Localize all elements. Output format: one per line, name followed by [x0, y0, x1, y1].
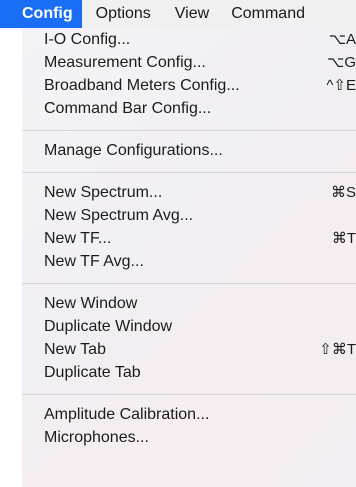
shortcut-label: ^⇧E	[326, 77, 356, 94]
menu-item-new-spectrum[interactable]: New Spectrum... ⌘S	[22, 181, 356, 204]
menu-item-io-config[interactable]: I-O Config... ⌥A	[22, 28, 356, 51]
menu-bar: Config Options View Command	[0, 0, 356, 28]
menu-item-new-window[interactable]: New Window	[22, 292, 356, 315]
menu-item-label: I-O Config...	[44, 31, 131, 48]
menu-item-label: New Window	[44, 295, 138, 312]
menu-group-new-measurements: New Spectrum... ⌘S New Spectrum Avg... N…	[22, 181, 356, 273]
menu-item-label: New Tab	[44, 341, 106, 358]
menu-separator	[22, 172, 356, 173]
menu-item-label: New TF Avg...	[44, 253, 144, 270]
menu-group-windows: New Window Duplicate Window New Tab ⇧⌘T …	[22, 292, 356, 384]
menu-group-manage: Manage Configurations...	[22, 139, 356, 162]
shortcut-label: ⌘T	[331, 230, 356, 247]
menubar-options[interactable]: Options	[82, 0, 151, 28]
menu-item-new-tab[interactable]: New Tab ⇧⌘T	[22, 338, 356, 361]
menu-item-label: Amplitude Calibration...	[44, 406, 210, 423]
menu-separator	[22, 130, 356, 131]
menu-item-label: Command Bar Config...	[44, 100, 212, 117]
menu-group-config: I-O Config... ⌥A Measurement Config... ⌥…	[22, 28, 356, 120]
menu-item-microphones[interactable]: Microphones...	[22, 426, 356, 449]
menu-item-new-spectrum-avg[interactable]: New Spectrum Avg...	[22, 204, 356, 227]
menu-item-new-tf-avg[interactable]: New TF Avg...	[22, 250, 356, 273]
menubar-view[interactable]: View	[151, 0, 209, 28]
menu-item-command-bar-config[interactable]: Command Bar Config...	[22, 97, 356, 120]
menu-item-label: Broadband Meters Config...	[44, 77, 240, 94]
menu-item-manage-configurations[interactable]: Manage Configurations...	[22, 139, 356, 162]
shortcut-label: ⌥G	[327, 54, 356, 71]
menu-item-duplicate-tab[interactable]: Duplicate Tab	[22, 361, 356, 384]
menubar-config[interactable]: Config	[0, 0, 82, 28]
menu-item-label: Manage Configurations...	[44, 142, 223, 159]
menu-item-label: Microphones...	[44, 429, 149, 446]
shortcut-label: ⌘S	[330, 184, 356, 201]
menu-separator	[22, 394, 356, 395]
menu-item-broadband-meters-config[interactable]: Broadband Meters Config... ^⇧E	[22, 74, 356, 97]
menu-item-amplitude-calibration[interactable]: Amplitude Calibration...	[22, 403, 356, 426]
menu-group-calibration: Amplitude Calibration... Microphones...	[22, 403, 356, 449]
menu-item-label: New Spectrum Avg...	[44, 207, 194, 224]
config-dropdown-menu: I-O Config... ⌥A Measurement Config... ⌥…	[22, 28, 356, 487]
shortcut-label: ⌥A	[328, 31, 356, 48]
menu-item-label: Duplicate Tab	[44, 364, 141, 381]
menu-item-label: New TF...	[44, 230, 112, 247]
menu-item-label: New Spectrum...	[44, 184, 163, 201]
shortcut-label: ⇧⌘T	[319, 341, 356, 358]
menu-item-measurement-config[interactable]: Measurement Config... ⌥G	[22, 51, 356, 74]
menu-item-label: Measurement Config...	[44, 54, 206, 71]
menu-item-label: Duplicate Window	[44, 318, 173, 335]
menu-item-duplicate-window[interactable]: Duplicate Window	[22, 315, 356, 338]
menu-item-new-tf[interactable]: New TF... ⌘T	[22, 227, 356, 250]
menubar-command[interactable]: Command	[209, 0, 305, 28]
menu-separator	[22, 283, 356, 284]
